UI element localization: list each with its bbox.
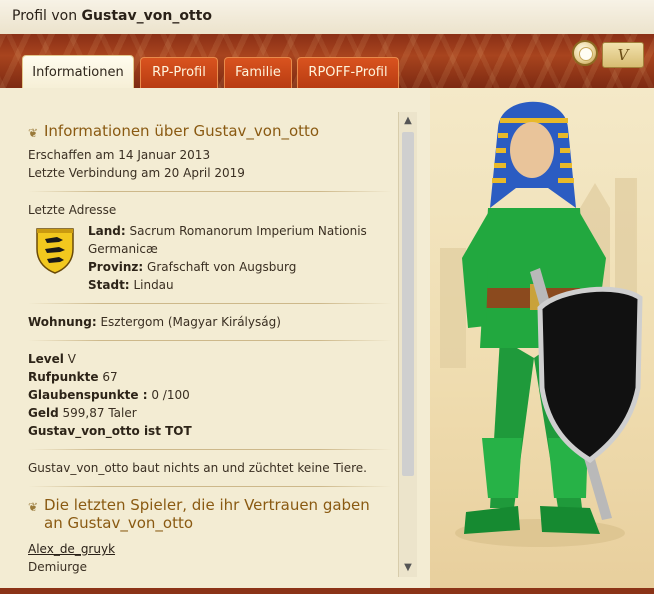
character-portrait <box>440 101 643 547</box>
bottom-border <box>0 588 654 594</box>
tab-familie[interactable]: Familie <box>224 57 292 88</box>
tab-rpoff-profil[interactable]: RPOFF-Profil <box>297 57 399 88</box>
medal-icon <box>572 40 598 66</box>
info-scrollpane[interactable]: ❦ Informationen über Gustav_von_otto Ers… <box>20 108 398 582</box>
home-row: Wohnung: Esztergom (Magyar Királyság) <box>28 315 281 329</box>
divider <box>28 449 392 450</box>
activity-text: Gustav_von_otto baut nichts an und zücht… <box>28 461 367 475</box>
divider <box>28 191 392 192</box>
info-scrollbar[interactable]: ▲ ▼ <box>398 112 417 577</box>
created-date: Erschaffen am 14 Januar 2013 <box>28 148 211 162</box>
coat-of-arms-icon <box>36 228 74 274</box>
info-heading: ❦ Informationen über Gustav_von_otto <box>28 122 320 140</box>
last-login: Letzte Verbindung am 20 April 2019 <box>28 166 245 180</box>
scroll-thumb[interactable] <box>402 132 414 476</box>
level-badge: V <box>602 42 644 68</box>
scroll-down-arrow-icon[interactable]: ▼ <box>399 559 417 577</box>
trust-player-link[interactable]: Alex_de_gruyk <box>28 542 115 556</box>
trust-player-rank: Demiurge <box>28 560 87 574</box>
divider <box>28 340 392 341</box>
info-content: ❦ Informationen über Gustav_von_otto Ers… <box>28 122 392 576</box>
tab-informationen[interactable]: Informationen <box>22 55 134 89</box>
title-bar: Profil von Gustav_von_otto <box>0 0 654 35</box>
address-province: Provinz: Grafschaft von Augsburg <box>88 260 297 274</box>
scroll-up-arrow-icon[interactable]: ▲ <box>399 112 417 130</box>
quill-icon: ❦ <box>28 126 39 140</box>
character-portrait-area <box>430 88 654 588</box>
divider <box>28 303 392 304</box>
divider <box>28 486 392 487</box>
level-row: Level V <box>28 352 76 366</box>
faith-row: Glaubenspunkte : 0 /100 <box>28 388 190 402</box>
address-city: Stadt: Lindau <box>88 278 174 292</box>
address-land: Land: Sacrum Romanorum Imperium Nationis… <box>88 224 367 256</box>
address-title: Letzte Adresse <box>28 203 117 217</box>
status-row: Gustav_von_otto ist TOT <box>28 424 192 438</box>
address-block: Land: Sacrum Romanorum Imperium Nationis… <box>28 222 392 294</box>
trust-heading: ❦ Die letzten Spieler, die ihr Vertrauen… <box>28 496 370 532</box>
window-title: Profil von Gustav_von_otto <box>12 8 212 24</box>
tab-rp-profil[interactable]: RP-Profil <box>140 57 218 88</box>
level-badge-group[interactable]: V <box>572 40 646 70</box>
money-row: Geld 599,87 Taler <box>28 406 137 420</box>
quill-icon: ❦ <box>28 500 39 514</box>
reputation-row: Rufpunkte 67 <box>28 370 118 384</box>
